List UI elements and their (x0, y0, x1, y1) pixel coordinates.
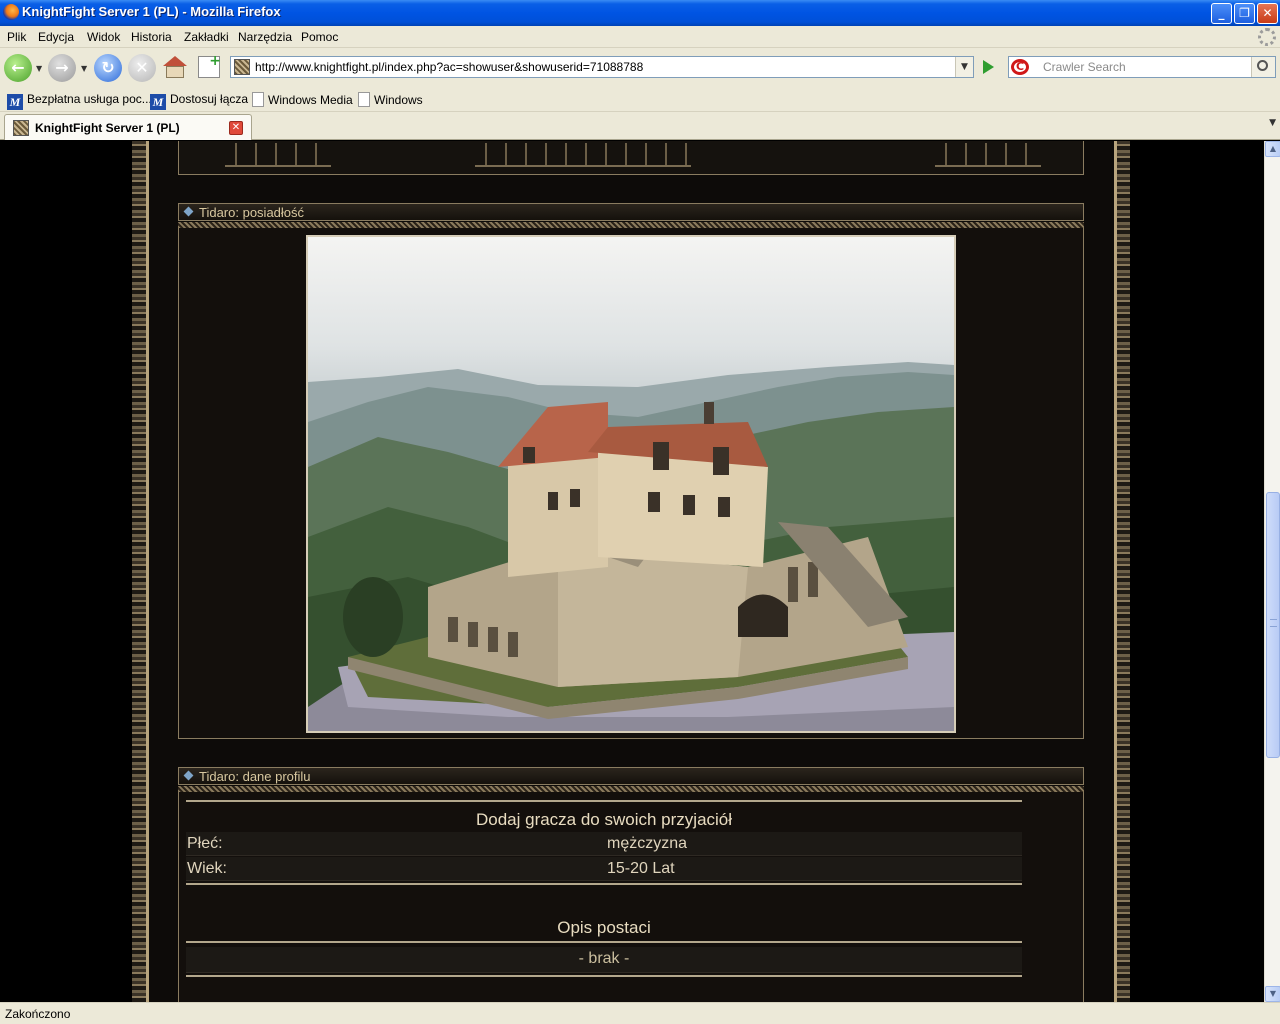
search-input[interactable]: Crawler Search (1043, 60, 1126, 74)
description-value: - brak - (578, 950, 630, 967)
estate-panel-header: Tidaro: posiadłość (178, 203, 1084, 221)
scroll-down-button[interactable]: ▼ (1265, 986, 1280, 1002)
menu-edycja[interactable]: Edycja (38, 30, 74, 44)
go-button[interactable] (978, 57, 998, 77)
forward-button[interactable]: → (48, 54, 76, 82)
throbber-icon (1258, 28, 1276, 46)
bookmark-page-button[interactable]: + (198, 53, 221, 78)
page-icon (252, 92, 264, 107)
menu-historia[interactable]: Historia (131, 30, 172, 44)
profile-row-gender: Płeć: mężczyzna (186, 832, 1022, 856)
url-text[interactable]: http://www.knightfight.pl/index.php?ac=s… (255, 60, 643, 74)
estate-image (306, 235, 956, 733)
page-icon (358, 92, 370, 107)
home-icon (163, 56, 187, 66)
bookmark-item[interactable]: Windows Media (252, 92, 353, 107)
stop-icon: ✕ (135, 58, 149, 77)
profile-panel-title: Tidaro: dane profilu (199, 769, 311, 784)
firefox-icon (3, 4, 19, 20)
bookmarks-toolbar: M Bezpłatna usługa poc... M Dostosuj łącza… (0, 88, 1280, 112)
menu-zakladki[interactable]: Zakładki (184, 30, 229, 44)
forward-arrow-icon: → (55, 58, 69, 77)
tab-list-dropdown[interactable]: ▼ (1269, 118, 1276, 128)
status-bar: Zakończono (0, 1002, 1280, 1024)
go-arrow-icon (983, 60, 994, 74)
scroll-thumb[interactable] (1266, 492, 1280, 758)
age-label: Wiek: (187, 860, 227, 877)
url-history-dropdown[interactable]: ▼ (955, 57, 973, 77)
description-heading: Opis postaci (557, 918, 651, 937)
forward-history-dropdown[interactable]: ▼ (81, 64, 87, 73)
menu-narzedzia[interactable]: Narzędzia (238, 30, 292, 44)
msn-icon: M (7, 94, 23, 110)
reload-button[interactable]: ↻ (94, 54, 122, 82)
bookmark-item[interactable]: M Bezpłatna usługa poc... (7, 92, 152, 110)
diamond-icon (183, 206, 194, 217)
maximize-button[interactable]: ❐ (1234, 3, 1255, 24)
back-button[interactable]: ← (4, 54, 32, 82)
search-engine-selector[interactable]: C (1011, 59, 1039, 75)
stop-button[interactable]: ✕ (128, 54, 156, 82)
address-bar[interactable]: http://www.knightfight.pl/index.php?ac=s… (230, 56, 974, 78)
tab-close-button[interactable]: ✕ (229, 121, 243, 135)
tab-strip: KnightFight Server 1 (PL) ✕ ▼ (0, 112, 1280, 140)
diamond-icon (183, 770, 194, 781)
vertical-scrollbar[interactable]: ▲ ▼ (1264, 141, 1280, 1002)
gender-value: mężczyzna (607, 835, 688, 852)
gender-label: Płeć: (187, 835, 223, 852)
search-bar[interactable]: C Crawler Search (1008, 56, 1276, 78)
back-arrow-icon: ← (11, 58, 25, 77)
minimize-button[interactable]: _ (1211, 3, 1232, 24)
add-friend-link[interactable]: Dodaj gracza do swoich przyjaciół (186, 810, 1022, 830)
search-button[interactable] (1251, 57, 1275, 77)
window-title-bar: KnightFight Server 1 (PL) - Mozilla Fire… (0, 0, 1280, 26)
reload-icon: ↻ (101, 58, 115, 77)
profile-panel-header: Tidaro: dane profilu (178, 767, 1084, 785)
tab-knightfight[interactable]: KnightFight Server 1 (PL) ✕ (4, 114, 252, 140)
menu-bar: Plik Edycja Widok Historia Zakładki Narz… (0, 26, 1280, 48)
estate-panel-title: Tidaro: posiadłość (199, 205, 305, 220)
tab-label: KnightFight Server 1 (PL) (35, 121, 180, 135)
bookmark-item[interactable]: Windows (358, 92, 423, 107)
status-text: Zakończono (5, 1007, 71, 1021)
crawler-logo-icon: C (1011, 59, 1029, 75)
menu-plik[interactable]: Plik (7, 30, 26, 44)
back-history-dropdown[interactable]: ▼ (36, 64, 42, 73)
profile-row-age: Wiek: 15-20 Lat (186, 857, 1022, 881)
header-ornament-box (178, 141, 1084, 175)
page-viewport: Tidaro: posiadłość Tidaro: dane profilu … (0, 141, 1264, 1002)
menu-pomoc[interactable]: Pomoc (301, 30, 338, 44)
plus-icon: + (209, 53, 221, 69)
description-row: - brak - (186, 947, 1022, 973)
msn-icon: M (150, 94, 166, 110)
home-button[interactable] (163, 56, 187, 78)
menu-widok[interactable]: Widok (87, 30, 120, 44)
window-title: KnightFight Server 1 (PL) - Mozilla Fire… (22, 4, 281, 19)
site-favicon-icon (234, 59, 250, 75)
age-value: 15-20 Lat (607, 860, 675, 877)
bookmark-item[interactable]: M Dostosuj łącza (150, 92, 248, 110)
site-favicon-icon (13, 120, 29, 136)
close-button[interactable]: ✕ (1257, 3, 1278, 24)
scroll-up-button[interactable]: ▲ (1265, 141, 1280, 157)
magnifier-icon (1257, 60, 1268, 71)
